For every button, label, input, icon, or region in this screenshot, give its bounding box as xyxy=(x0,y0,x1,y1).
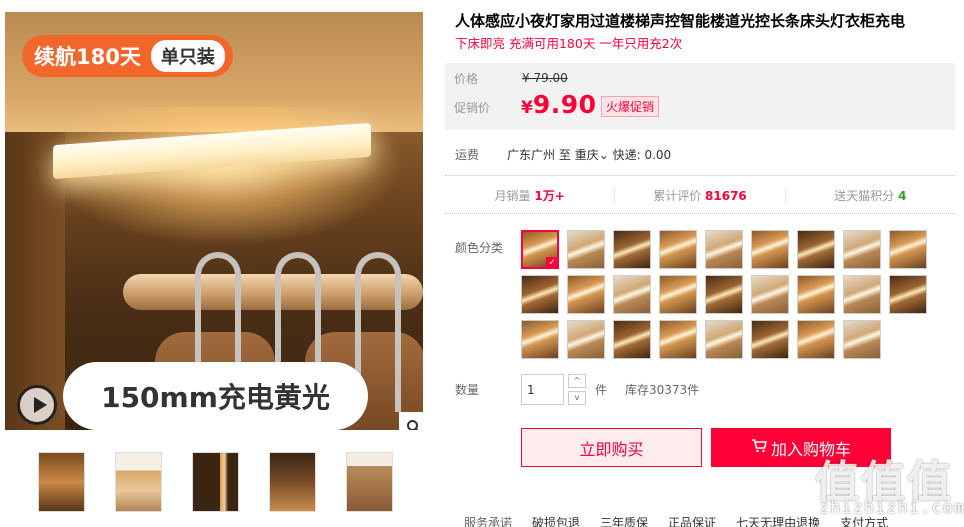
color-swatch[interactable] xyxy=(705,275,743,314)
thumbnail[interactable] xyxy=(38,452,85,512)
monthly-sales: 月销量 1万+ xyxy=(445,187,616,204)
promo-price: ¥9.90 xyxy=(521,90,597,119)
shipping-destination[interactable]: 重庆⌄ xyxy=(575,148,609,162)
quantity-label: 数量 xyxy=(455,383,480,397)
hot-sale-tag: 火爆促销 xyxy=(601,96,660,117)
pack-badge: 单只装 xyxy=(150,40,225,72)
color-swatch-grid xyxy=(521,230,941,359)
thumbnail[interactable] xyxy=(269,452,316,512)
cart-icon xyxy=(751,438,768,457)
play-icon[interactable] xyxy=(17,385,57,425)
quantity-unit: 件 xyxy=(595,383,608,397)
color-swatch[interactable] xyxy=(705,320,743,359)
original-price: ¥ 79.00 xyxy=(522,71,568,85)
color-swatch[interactable] xyxy=(521,230,559,269)
promo-price-value: 9.90 xyxy=(532,90,597,119)
shipping-label: 运费 xyxy=(455,148,480,162)
service-item[interactable]: 三年质保 xyxy=(600,514,648,527)
service-item[interactable]: 破损包退 xyxy=(532,514,580,527)
image-caption: 150mm充电黄光 xyxy=(63,362,368,430)
color-swatch[interactable] xyxy=(843,320,881,359)
color-swatch[interactable] xyxy=(659,320,697,359)
price-label: 价格 xyxy=(454,72,479,86)
color-swatch[interactable] xyxy=(751,230,789,269)
shipping-from: 广东广州 xyxy=(507,148,556,162)
services-label: 服务承诺 xyxy=(464,516,513,527)
thumbnail-strip xyxy=(38,452,393,512)
thumbnail[interactable] xyxy=(346,452,393,512)
shipping-method: 快递: 0.00 xyxy=(612,148,672,162)
color-swatch[interactable] xyxy=(889,275,927,314)
quantity-increase-button[interactable]: ^ xyxy=(568,374,586,388)
add-to-cart-button[interactable]: 加入购物车 xyxy=(711,428,891,467)
service-promises: 服务承诺 破损包退 三年质保 正品保证 七天无理由退换 支付方式 xyxy=(464,514,888,527)
product-title: 人体感应小夜灯家用过道楼梯声控智能楼道光控长条床头灯衣柜充电 xyxy=(455,12,906,30)
monthly-sales-value: 1万+ xyxy=(534,189,565,203)
add-to-cart-label: 加入购物车 xyxy=(770,439,851,459)
main-product-image[interactable]: 续航180天 单只装 150mm充电黄光 xyxy=(5,12,423,430)
color-swatch[interactable] xyxy=(843,230,881,269)
color-swatch[interactable] xyxy=(659,275,697,314)
color-swatch[interactable] xyxy=(613,320,651,359)
product-subtitle: 下床即亮 充满可用180天 一年只用充2次 xyxy=(455,36,683,51)
service-item[interactable]: 正品保证 xyxy=(668,514,716,527)
tmall-points-value: 4 xyxy=(898,189,907,203)
color-swatch[interactable] xyxy=(567,275,605,314)
quantity-decrease-button[interactable]: v xyxy=(568,391,586,405)
shipping-to-word: 至 xyxy=(558,148,571,162)
quantity-input[interactable] xyxy=(521,374,564,405)
color-swatch[interactable] xyxy=(705,230,743,269)
color-swatch[interactable] xyxy=(843,275,881,314)
color-swatch[interactable] xyxy=(567,230,605,269)
battery-badge-text: 续航180天 xyxy=(34,45,141,69)
color-swatch[interactable] xyxy=(521,275,559,314)
tmall-points: 送天猫积分 4 xyxy=(834,189,907,203)
color-swatch[interactable] xyxy=(797,230,835,269)
color-swatch[interactable] xyxy=(751,320,789,359)
service-item[interactable]: 支付方式 xyxy=(840,514,888,527)
promo-price-label: 促销价 xyxy=(454,101,491,115)
color-label: 颜色分类 xyxy=(455,241,504,255)
color-swatch[interactable] xyxy=(521,320,559,359)
shipping-route: 广东广州 至 重庆⌄ 快递: 0.00 xyxy=(507,146,671,163)
color-swatch[interactable] xyxy=(889,230,927,269)
divider xyxy=(445,175,955,176)
buy-now-button[interactable]: 立即购买 xyxy=(521,428,702,467)
currency-symbol: ¥ xyxy=(521,98,533,118)
thumbnail[interactable] xyxy=(192,452,239,512)
divider xyxy=(445,213,955,214)
price-box: 价格 ¥ 79.00 促销价 ¥9.90 火爆促销 xyxy=(445,63,955,130)
total-reviews[interactable]: 累计评价 81676 xyxy=(615,187,786,204)
total-reviews-value: 81676 xyxy=(705,189,747,203)
color-swatch[interactable] xyxy=(797,320,835,359)
color-swatch[interactable] xyxy=(613,275,651,314)
search-icon[interactable] xyxy=(399,412,423,430)
shipping-row: 运费 广东广州 至 重庆⌄ 快递: 0.00 xyxy=(455,146,671,163)
service-item[interactable]: 七天无理由退换 xyxy=(736,514,820,527)
color-swatch[interactable] xyxy=(751,275,789,314)
stats-bar: 月销量 1万+ 累计评价 81676 送天猫积分 4 xyxy=(445,187,955,204)
chevron-down-icon: ⌄ xyxy=(598,148,609,162)
thumbnail[interactable] xyxy=(115,452,162,512)
color-swatch[interactable] xyxy=(613,230,651,269)
color-swatch[interactable] xyxy=(659,230,697,269)
battery-badge: 续航180天 单只装 xyxy=(22,35,233,77)
color-swatch[interactable] xyxy=(567,320,605,359)
color-swatch[interactable] xyxy=(797,275,835,314)
stock-count: 库存30373件 xyxy=(625,383,700,397)
